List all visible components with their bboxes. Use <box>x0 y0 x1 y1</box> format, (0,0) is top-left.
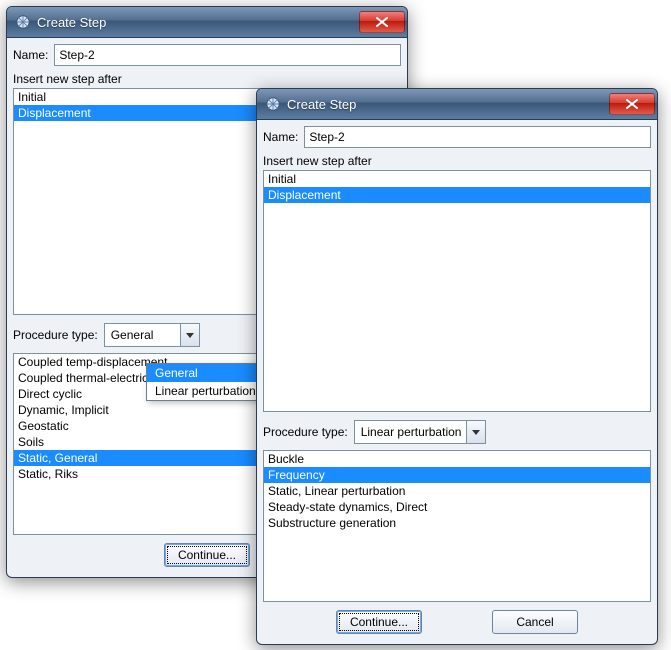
list-item[interactable]: Buckle <box>264 451 650 467</box>
insert-after-list[interactable]: InitialDisplacement <box>263 170 651 412</box>
name-input[interactable] <box>304 126 651 148</box>
name-input[interactable] <box>54 44 401 66</box>
dropdown-option[interactable]: General <box>147 364 260 382</box>
titlebar[interactable]: Create Step <box>257 89 657 120</box>
name-label: Name: <box>13 48 48 62</box>
cancel-button[interactable]: Cancel <box>492 610 578 634</box>
close-button[interactable] <box>609 93 655 115</box>
list-item[interactable]: Static, Linear perturbation <box>264 483 650 499</box>
window-title: Create Step <box>287 97 609 112</box>
titlebar[interactable]: Create Step <box>7 7 407 38</box>
list-item[interactable]: Initial <box>264 171 650 187</box>
window-title: Create Step <box>37 15 359 30</box>
procedure-list[interactable]: BuckleFrequencyStatic, Linear perturbati… <box>263 450 651 602</box>
dropdown-option[interactable]: Linear perturbation <box>147 382 260 400</box>
name-label: Name: <box>263 130 298 144</box>
close-button[interactable] <box>359 11 405 33</box>
app-icon <box>15 14 31 30</box>
dialog-create-step-2: Create Step Name: Insert new step after … <box>256 88 658 645</box>
procedure-type-combo[interactable]: General <box>104 323 200 347</box>
list-item[interactable]: Substructure generation <box>264 515 650 531</box>
procedure-type-dropdown[interactable]: GeneralLinear perturbation <box>146 363 261 401</box>
continue-button[interactable]: Continue... <box>164 543 250 567</box>
procedure-type-value: Linear perturbation <box>355 422 484 442</box>
procedure-type-combo[interactable]: Linear perturbation <box>354 420 486 444</box>
list-item[interactable]: Frequency <box>264 467 650 483</box>
chevron-down-icon[interactable] <box>466 421 485 443</box>
chevron-down-icon[interactable] <box>180 324 199 346</box>
insert-after-label: Insert new step after <box>13 72 401 86</box>
procedure-type-value: General <box>105 325 176 345</box>
procedure-type-label: Procedure type: <box>263 425 348 439</box>
list-item[interactable]: Displacement <box>264 187 650 203</box>
insert-after-label: Insert new step after <box>263 154 651 168</box>
continue-button[interactable]: Continue... <box>336 610 422 634</box>
app-icon <box>265 96 281 112</box>
list-item[interactable]: Steady-state dynamics, Direct <box>264 499 650 515</box>
procedure-type-label: Procedure type: <box>13 328 98 342</box>
